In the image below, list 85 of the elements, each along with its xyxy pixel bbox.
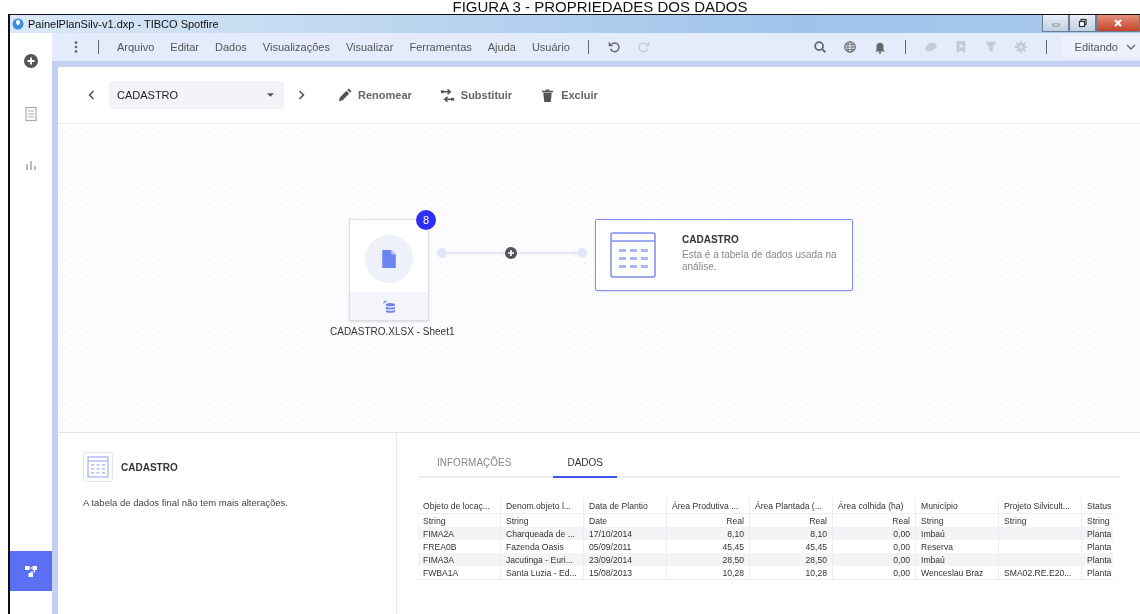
add-icon [23, 53, 39, 69]
close-icon [1113, 18, 1123, 28]
node-title: CADASTRO [682, 234, 740, 245]
table-cell: Wenceslau Braz [915, 566, 999, 579]
mode-dropdown[interactable]: Editando [1060, 36, 1140, 58]
menu-item[interactable]: Ferramentas [409, 41, 472, 53]
menu-item[interactable]: Editar [170, 41, 200, 53]
window-title: PainelPlanSilv-v1.dxp - TIBCO Spotfire [28, 18, 219, 30]
column-header[interactable]: Área Produtiva ... [666, 498, 750, 514]
column-header[interactable]: Área Plantada (... [749, 498, 833, 514]
table-cell: SMA02.RE.E20... [998, 566, 1082, 579]
table-icon [610, 232, 656, 278]
tab[interactable]: DADOS [553, 451, 617, 478]
table-cell: FWBA1A [418, 566, 501, 579]
data-flow-icon [23, 563, 39, 579]
table-cell: Santa Luzia - Ed... [500, 566, 584, 579]
table-cell: 0,00 [832, 527, 916, 540]
chevron-down-icon [1126, 44, 1136, 50]
column-header[interactable]: Data de Plantio [583, 498, 667, 514]
table-cell: 15/08/2013 [583, 566, 667, 579]
swap-icon [439, 87, 455, 103]
table-cell: 28,50 [749, 553, 833, 566]
database-icon [382, 299, 396, 313]
menu-item[interactable]: Visualizar [345, 41, 394, 53]
status-message: A tabela de dados final não tem mais alterações. [83, 497, 289, 508]
panel-title: CADASTRO [121, 461, 178, 473]
menu-item[interactable]: Usuário [531, 41, 570, 53]
trash-icon [540, 87, 556, 103]
caret-icon [267, 93, 274, 97]
table-cell: Jacutinga - Euri... [500, 553, 584, 566]
column-header[interactable]: Projeto Silvicult... [998, 498, 1082, 514]
table-node-card[interactable]: CADASTRO Esta é a tabela de dados usada na análise. [595, 219, 853, 291]
figure-caption: FIGURA 3 - PROPRIEDADES DOS DADOS [451, 0, 749, 14]
table-cell: FIMA2A [418, 527, 501, 540]
column-header[interactable]: Status [1081, 498, 1114, 514]
add-step-icon[interactable] [505, 247, 517, 259]
table-icon [83, 452, 113, 482]
more-menu-icon[interactable] [74, 40, 78, 54]
table-cell: FIMA3A [418, 553, 501, 566]
column-header[interactable]: Área colhida (ha) [832, 498, 916, 514]
menu-item[interactable]: Visualizações [262, 41, 330, 53]
undo-icon[interactable] [606, 40, 621, 54]
table-cell: 0,00 [832, 566, 916, 579]
minimize-button[interactable] [1042, 15, 1069, 32]
table-cell: 23/09/2014 [583, 553, 667, 566]
maximize-button[interactable] [1069, 15, 1096, 32]
toolbar-button[interactable]: Renomear [337, 87, 412, 103]
menu-item[interactable]: Dados [215, 41, 247, 53]
table-cell: 28,50 [666, 553, 750, 566]
count-badge: 8 [416, 210, 436, 230]
table-dropdown[interactable]: CADASTRO [109, 81, 284, 109]
node-label: CADASTRO.XLSX - Sheet1 [330, 326, 455, 337]
chevron-right-icon[interactable] [298, 90, 305, 100]
table-cell: Charqueada de ... [500, 527, 584, 540]
table-cell: 0,00 [832, 553, 916, 566]
table-cell: Planta [1081, 540, 1114, 553]
table-cell: 17/10/2014 [583, 527, 667, 540]
pencil-icon [337, 87, 352, 103]
table-cell: Planta [1081, 527, 1114, 540]
app-icon [12, 18, 24, 30]
page-icon [23, 106, 39, 122]
table-cell: 10,28 [666, 566, 750, 579]
menu-item[interactable]: Ajuda [487, 41, 516, 53]
sidebar-item[interactable] [10, 551, 52, 591]
close-button[interactable] [1096, 15, 1140, 32]
tab[interactable]: INFORMAÇÕES [418, 451, 524, 478]
toolbar-button[interactable]: Substituir [439, 87, 513, 103]
node-description: Esta é a tabela de dados usada na análise. [682, 249, 838, 273]
column-header[interactable]: Objeto de locaç... [418, 498, 501, 514]
table-cell: Imbaú [915, 527, 999, 540]
chevron-left-icon[interactable] [88, 90, 95, 100]
document-icon [382, 250, 396, 268]
column-header[interactable]: Denom.objeto l... [500, 498, 584, 514]
table-cell: 8,10 [666, 527, 750, 540]
table-cell: Planta [1081, 566, 1114, 579]
column-header[interactable]: Município [915, 498, 999, 514]
toolbar-button[interactable]: Excluir [540, 87, 598, 103]
restore-icon [1077, 18, 1088, 28]
globe-icon[interactable] [842, 40, 857, 54]
table-cell: Planta [1081, 553, 1114, 566]
menu-item[interactable]: Arquivo [117, 41, 155, 53]
search-icon[interactable] [812, 40, 827, 54]
table-cell: Imbaú [915, 553, 999, 566]
table-cell: 10,28 [749, 566, 833, 579]
table-cell: 8,10 [749, 527, 833, 540]
